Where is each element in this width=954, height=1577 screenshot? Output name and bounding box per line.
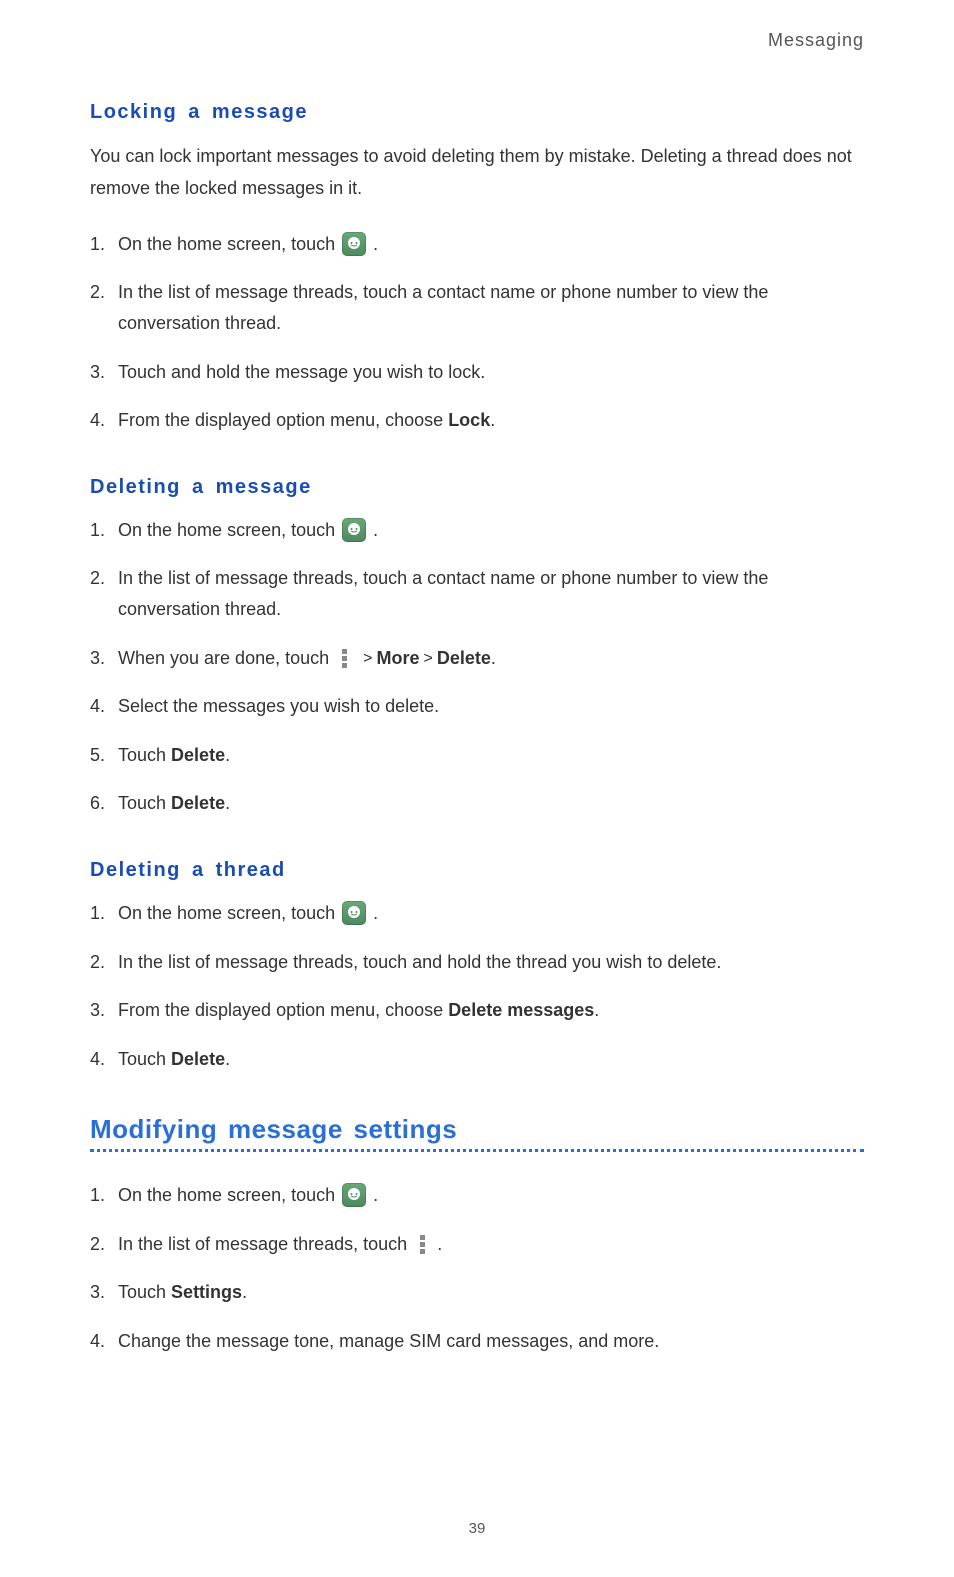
step-text: Touch [118,1049,171,1069]
step: Touch Settings. [90,1277,864,1308]
step: Touch Delete. [90,740,864,771]
overflow-menu-icon [336,647,352,669]
bold-settings: Settings [171,1282,242,1302]
overflow-menu-icon [414,1233,430,1255]
page-header: Messaging [90,30,864,51]
step-text: In the list of message threads, touch [118,1234,412,1254]
bold-delete: Delete [171,793,225,813]
step-text: From the displayed option menu, choose [118,1000,448,1020]
section-modifying-settings: Modifying message settings On the home s… [90,1114,864,1356]
bold-delete: Delete [437,648,491,668]
step-text: Touch [118,1282,171,1302]
step: Change the message tone, manage SIM card… [90,1326,864,1357]
step: In the list of message threads, touch a … [90,277,864,338]
section-deleting-message: Deleting a message On the home screen, t… [90,476,864,819]
bold-lock: Lock [448,410,490,430]
step-text: . [373,234,378,254]
step-text: On the home screen, touch [118,1185,340,1205]
step: Select the messages you wish to delete. [90,691,864,722]
step: Touch Delete. [90,1044,864,1075]
bold-delete: Delete [171,1049,225,1069]
bold-delete-messages: Delete messages [448,1000,594,1020]
bold-more: More [377,648,420,668]
messaging-app-icon [342,901,366,925]
step: In the list of message threads, touch . [90,1229,864,1260]
page-number: 39 [0,1520,954,1537]
heading-modifying-settings: Modifying message settings [90,1114,864,1145]
step: On the home screen, touch . [90,229,864,260]
step-text: From the displayed option menu, choose [118,410,448,430]
step-text: On the home screen, touch [118,234,340,254]
steps-locking: On the home screen, touch . In the list … [90,229,864,436]
step-text: . [490,410,495,430]
dotted-divider [90,1149,864,1152]
step-text: . [594,1000,599,1020]
step-text: . [225,1049,230,1069]
step-text: Touch [118,745,171,765]
step-text: Touch [118,793,171,813]
step-text: On the home screen, touch [118,903,340,923]
page: Messaging Locking a message You can lock… [0,0,954,1577]
intro-locking: You can lock important messages to avoid… [90,140,864,205]
step: On the home screen, touch . [90,898,864,929]
step: When you are done, touch >More>Delete. [90,643,864,674]
subheading-deleting-message: Deleting a message [90,476,864,499]
step-text: . [373,1185,378,1205]
step-text: . [373,520,378,540]
messaging-app-icon [342,1183,366,1207]
step-text: . [373,903,378,923]
breadcrumb-separator: > [363,650,372,667]
messaging-app-icon [342,518,366,542]
steps-deleting-thread: On the home screen, touch . In the list … [90,898,864,1074]
step-text: When you are done, touch [118,648,334,668]
steps-deleting-message: On the home screen, touch . In the list … [90,515,864,819]
breadcrumb-separator: > [424,650,433,667]
subheading-deleting-thread: Deleting a thread [90,859,864,882]
step: Touch Delete. [90,788,864,819]
bold-delete: Delete [171,745,225,765]
step-text: . [225,793,230,813]
step: On the home screen, touch . [90,1180,864,1211]
step: On the home screen, touch . [90,515,864,546]
subheading-locking: Locking a message [90,101,864,124]
step-text: . [491,648,496,668]
step-text: On the home screen, touch [118,520,340,540]
messaging-app-icon [342,232,366,256]
step: Touch and hold the message you wish to l… [90,357,864,388]
step-text: . [437,1234,442,1254]
step: From the displayed option menu, choose L… [90,405,864,436]
step: In the list of message threads, touch an… [90,947,864,978]
step-text: . [242,1282,247,1302]
step: In the list of message threads, touch a … [90,563,864,624]
step-text: . [225,745,230,765]
step: From the displayed option menu, choose D… [90,995,864,1026]
section-deleting-thread: Deleting a thread On the home screen, to… [90,859,864,1074]
steps-modifying-settings: On the home screen, touch . In the list … [90,1180,864,1356]
section-locking: Locking a message You can lock important… [90,101,864,436]
